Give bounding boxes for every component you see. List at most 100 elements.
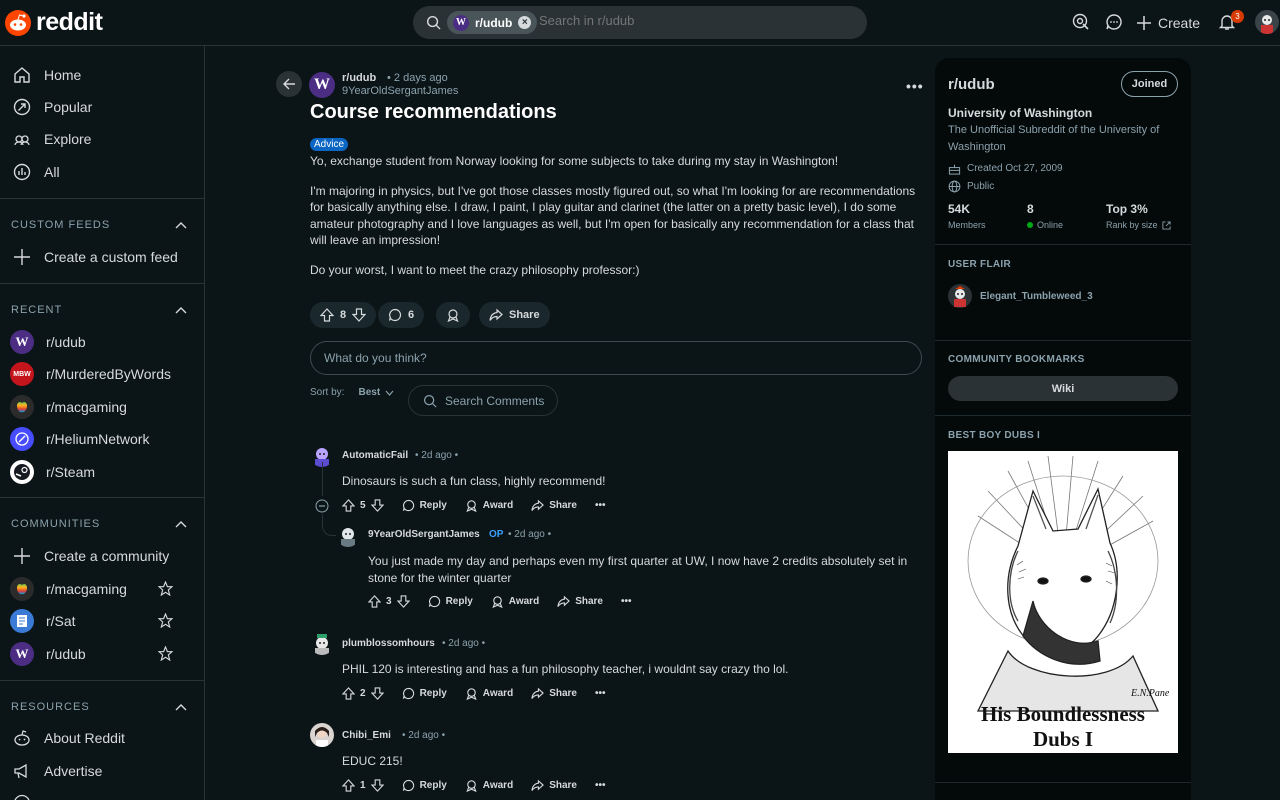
vote-group: 1: [342, 779, 384, 792]
user-avatar[interactable]: [1255, 10, 1279, 34]
reply-label: Reply: [419, 500, 447, 511]
commenter-avatar[interactable]: [336, 523, 360, 547]
chat-icon[interactable]: [1103, 11, 1125, 33]
nav-all[interactable]: All: [12, 156, 197, 188]
recent-item-steam[interactable]: r/Steam: [10, 456, 195, 488]
community-title[interactable]: r/udub: [948, 76, 995, 93]
wiki-button[interactable]: Wiki: [948, 376, 1178, 401]
post-award-button[interactable]: [436, 302, 470, 328]
comment-input[interactable]: What do you think?: [310, 341, 922, 375]
share-button[interactable]: Share: [531, 687, 577, 700]
created-date: Created Oct 27, 2009: [948, 162, 1063, 175]
rank-stat[interactable]: Top 3% Rank by size: [1106, 202, 1171, 230]
reply-button[interactable]: Reply: [402, 687, 447, 700]
downvote-icon[interactable]: [370, 499, 384, 512]
post-overflow-menu-icon[interactable]: •••: [906, 78, 924, 94]
upvote-icon[interactable]: [342, 499, 355, 512]
advertise-icon[interactable]: [1070, 11, 1092, 33]
community-description: The Unofficial Subreddit of the Universi…: [948, 124, 1160, 153]
post-comments-button[interactable]: 6: [378, 302, 425, 328]
post-share-button[interactable]: Share: [479, 302, 550, 328]
downvote-icon[interactable]: [370, 687, 384, 700]
back-button[interactable]: [276, 71, 302, 97]
create-custom-feed[interactable]: Create a custom feed: [12, 241, 197, 273]
comment-username[interactable]: AutomaticFail: [342, 450, 408, 461]
user-flair-name: Elegant_Tumbleweed_3: [980, 290, 1093, 302]
favorite-star-icon[interactable]: [158, 581, 173, 596]
resource-about-reddit[interactable]: About Reddit: [12, 722, 197, 754]
more-options-icon[interactable]: •••: [595, 780, 606, 791]
subreddit-link[interactable]: r/udub: [342, 72, 376, 84]
upvote-icon[interactable]: [320, 308, 334, 322]
vote-group: 3: [368, 595, 410, 608]
award-button[interactable]: Award: [465, 499, 513, 512]
more-options-icon[interactable]: •••: [595, 688, 606, 699]
more-options-icon[interactable]: •••: [621, 596, 632, 607]
favorite-star-icon[interactable]: [158, 646, 173, 661]
created-text: Created Oct 27, 2009: [967, 163, 1063, 174]
subreddit-search-chip[interactable]: W r/udub ×: [447, 11, 538, 34]
award-button[interactable]: Award: [465, 687, 513, 700]
user-flair-row[interactable]: Elegant_Tumbleweed_3: [948, 284, 1093, 308]
create-button[interactable]: Create: [1136, 9, 1200, 37]
resource-help[interactable]: [12, 787, 197, 800]
resource-advertise[interactable]: Advertise: [12, 755, 197, 787]
nav-popular[interactable]: Popular: [12, 91, 197, 123]
divider: [935, 340, 1191, 341]
comment-text: EDUC 215!: [342, 754, 403, 768]
subreddit-avatar[interactable]: W: [309, 72, 335, 98]
comment-username[interactable]: 9YearOldSergantJames: [368, 529, 480, 540]
award-button[interactable]: Award: [465, 779, 513, 792]
upvote-icon[interactable]: [368, 595, 381, 608]
recent-item-macgaming[interactable]: r/macgaming: [10, 391, 195, 423]
downvote-icon[interactable]: [370, 779, 384, 792]
search-comments-input[interactable]: Search Comments: [408, 385, 558, 416]
share-button[interactable]: Share: [557, 595, 603, 608]
communities-heading[interactable]: COMMUNITIES: [11, 518, 187, 530]
comment-username[interactable]: Chibi_Emi: [342, 730, 391, 741]
commenter-avatar[interactable]: [310, 631, 334, 655]
post-author[interactable]: 9YearOldSergantJames: [342, 85, 458, 97]
favorite-star-icon[interactable]: [158, 613, 173, 628]
custom-feeds-heading[interactable]: CUSTOM FEEDS: [11, 219, 187, 231]
plus-icon: [12, 247, 32, 267]
downvote-icon[interactable]: [396, 595, 410, 608]
nav-home[interactable]: Home: [12, 59, 197, 91]
image-caption-line-1: His Boundlessness: [981, 702, 1145, 726]
recent-heading[interactable]: RECENT: [11, 304, 187, 316]
upvote-icon[interactable]: [342, 779, 355, 792]
user-flair-heading: USER FLAIR: [948, 259, 1011, 270]
search-bar[interactable]: W r/udub ×: [413, 6, 867, 39]
post-flair[interactable]: Advice: [310, 138, 349, 151]
dubs-illustration[interactable]: E.N.Pane His Boundlessness Dubs I: [948, 451, 1178, 753]
share-button[interactable]: Share: [531, 499, 577, 512]
downvote-icon[interactable]: [352, 308, 367, 322]
search-input[interactable]: [539, 13, 839, 28]
recent-item-udub[interactable]: W r/udub: [10, 326, 195, 358]
more-options-icon[interactable]: •••: [595, 500, 606, 511]
resources-heading[interactable]: RESOURCES: [11, 701, 187, 713]
sort-control[interactable]: Sort by: Best: [310, 387, 394, 398]
joined-button[interactable]: Joined: [1121, 71, 1178, 97]
nav-explore[interactable]: Explore: [12, 123, 197, 155]
vote-count: 2: [360, 688, 366, 699]
reply-button[interactable]: Reply: [428, 595, 473, 608]
vote-count: 1: [360, 780, 366, 791]
share-button[interactable]: Share: [531, 779, 577, 792]
commenter-avatar[interactable]: [310, 723, 334, 747]
reddit-logo[interactable]: reddit: [4, 8, 103, 37]
clear-chip-icon[interactable]: ×: [518, 16, 532, 29]
reply-button[interactable]: Reply: [402, 499, 447, 512]
comment-text: PHIL 120 is interesting and has a fun ph…: [342, 662, 789, 676]
create-community[interactable]: Create a community: [12, 540, 197, 572]
recent-item-murderedbywords[interactable]: MBW r/MurderedByWords: [10, 358, 195, 390]
comment-username[interactable]: plumblossomhours: [342, 638, 435, 649]
resource-label: About Reddit: [44, 730, 125, 746]
reply-button[interactable]: Reply: [402, 779, 447, 792]
award-button[interactable]: Award: [491, 595, 539, 608]
sort-dropdown[interactable]: Best: [358, 387, 394, 398]
recent-item-heliumnetwork[interactable]: r/HeliumNetwork: [10, 423, 195, 455]
upvote-icon[interactable]: [342, 687, 355, 700]
collapse-thread-icon[interactable]: [315, 499, 329, 513]
thread-line: [322, 462, 323, 496]
